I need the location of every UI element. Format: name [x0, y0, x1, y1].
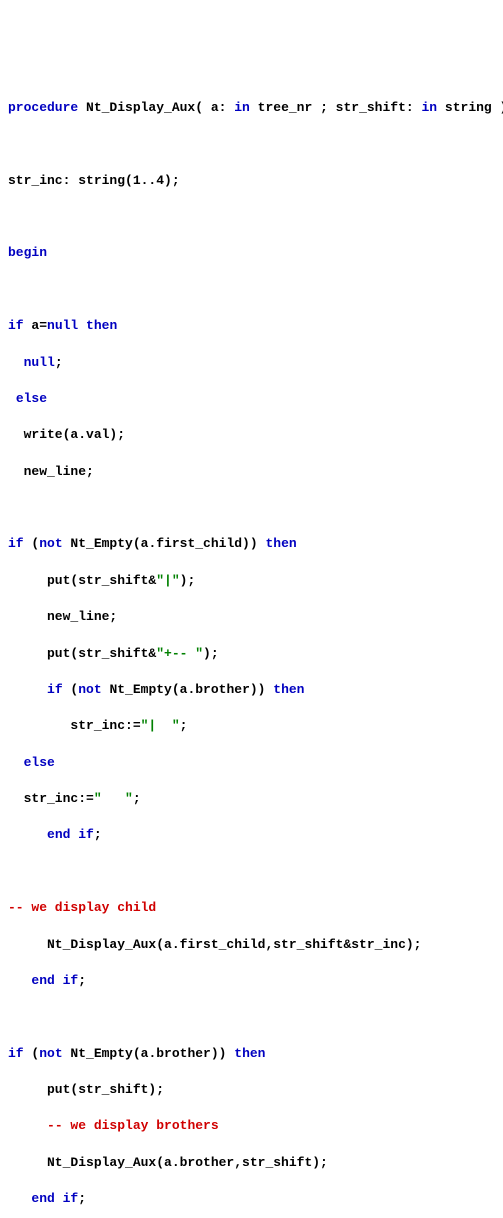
text: Nt_Empty(a.first_child)) [63, 536, 266, 551]
indent [8, 973, 31, 988]
indent [8, 682, 47, 697]
string-literal: "| " [141, 718, 180, 733]
semi: ; [94, 827, 102, 842]
comment: -- we display child [8, 900, 156, 915]
code-block: procedure Nt_Display_Aux( a: in tree_nr … [8, 81, 495, 1218]
code-line: end if; [8, 1190, 495, 1208]
text: a= [24, 318, 47, 333]
string-literal: " " [94, 791, 133, 806]
code-line: if a=null then [8, 317, 495, 335]
sp [78, 318, 86, 333]
kw-not: not [39, 1046, 62, 1061]
semi: ; [78, 973, 86, 988]
kw-if: if [8, 1046, 24, 1061]
code-line: end if; [8, 972, 495, 990]
kw-else: else [16, 391, 47, 406]
kw-if: if [63, 973, 79, 988]
indent [8, 755, 24, 770]
text: Nt_Empty(a.brother)) [63, 1046, 235, 1061]
sp [70, 827, 78, 842]
kw-then: then [265, 536, 296, 551]
kw-else: else [24, 755, 55, 770]
kw-if: if [8, 536, 24, 551]
code-line: put(str_shift&"|"); [8, 572, 495, 590]
text: str_inc:= [8, 718, 141, 733]
blank-line [8, 1008, 495, 1026]
comment: -- we display brothers [47, 1118, 219, 1133]
ident: Nt_Display_Aux( a: [78, 100, 234, 115]
sp [55, 973, 63, 988]
text: Nt_Empty(a.brother)) [102, 682, 274, 697]
code-line: if (not Nt_Empty(a.brother)) then [8, 1045, 495, 1063]
text: put(str_shift& [8, 646, 156, 661]
kw-procedure: procedure [8, 100, 78, 115]
type: string ) [437, 100, 503, 115]
code-line: new_line; [8, 608, 495, 626]
text: ); [180, 573, 196, 588]
blank-line [8, 135, 495, 153]
text: ); [203, 646, 219, 661]
blank-line [8, 281, 495, 299]
kw-then: then [273, 682, 304, 697]
code-line: else [8, 754, 495, 772]
kw-end: end [47, 827, 70, 842]
indent [8, 1191, 31, 1206]
indent [8, 827, 47, 842]
kw-end: end [31, 973, 54, 988]
blank-line [8, 208, 495, 226]
text: ( [24, 1046, 40, 1061]
string-literal: "+-- " [156, 646, 203, 661]
code-line: end if; [8, 826, 495, 844]
type: tree_nr ; str_shift: [250, 100, 422, 115]
string-literal: "|" [156, 573, 179, 588]
code-line: Nt_Display_Aux(a.brother,str_shift); [8, 1154, 495, 1172]
code-line: put(str_shift&"+-- "); [8, 645, 495, 663]
text: ; [180, 718, 188, 733]
kw-in: in [234, 100, 250, 115]
kw-null: null [47, 318, 78, 333]
kw-not: not [78, 682, 101, 697]
text: str_inc:= [8, 791, 94, 806]
kw-null: null [24, 355, 55, 370]
kw-end: end [31, 1191, 54, 1206]
indent [8, 355, 24, 370]
code-line: new_line; [8, 463, 495, 481]
code-line: str_inc: string(1..4); [8, 172, 495, 190]
kw-if: if [47, 682, 63, 697]
indent [8, 391, 16, 406]
indent [8, 1118, 47, 1133]
text: ( [63, 682, 79, 697]
kw-begin: begin [8, 245, 47, 260]
code-line: -- we display brothers [8, 1117, 495, 1135]
kw-not: not [39, 536, 62, 551]
kw-then: then [86, 318, 117, 333]
kw-then: then [234, 1046, 265, 1061]
text: put(str_shift& [8, 573, 156, 588]
kw-if: if [63, 1191, 79, 1206]
code-line: null; [8, 354, 495, 372]
kw-if: if [8, 318, 24, 333]
kw-in: in [422, 100, 438, 115]
semi: ; [78, 1191, 86, 1206]
code-line: else [8, 390, 495, 408]
code-line: if (not Nt_Empty(a.first_child)) then [8, 535, 495, 553]
kw-if: if [78, 827, 94, 842]
text: ( [24, 536, 40, 551]
code-line: -- we display child [8, 899, 495, 917]
code-line: procedure Nt_Display_Aux( a: in tree_nr … [8, 99, 495, 117]
code-line: put(str_shift); [8, 1081, 495, 1099]
text: ; [133, 791, 141, 806]
code-line: str_inc:=" "; [8, 790, 495, 808]
sp [55, 1191, 63, 1206]
code-line: write(a.val); [8, 426, 495, 444]
blank-line [8, 499, 495, 517]
code-line: Nt_Display_Aux(a.first_child,str_shift&s… [8, 936, 495, 954]
code-line: begin [8, 244, 495, 262]
code-line: if (not Nt_Empty(a.brother)) then [8, 681, 495, 699]
blank-line [8, 863, 495, 881]
code-line: str_inc:="| "; [8, 717, 495, 735]
semi: ; [55, 355, 63, 370]
